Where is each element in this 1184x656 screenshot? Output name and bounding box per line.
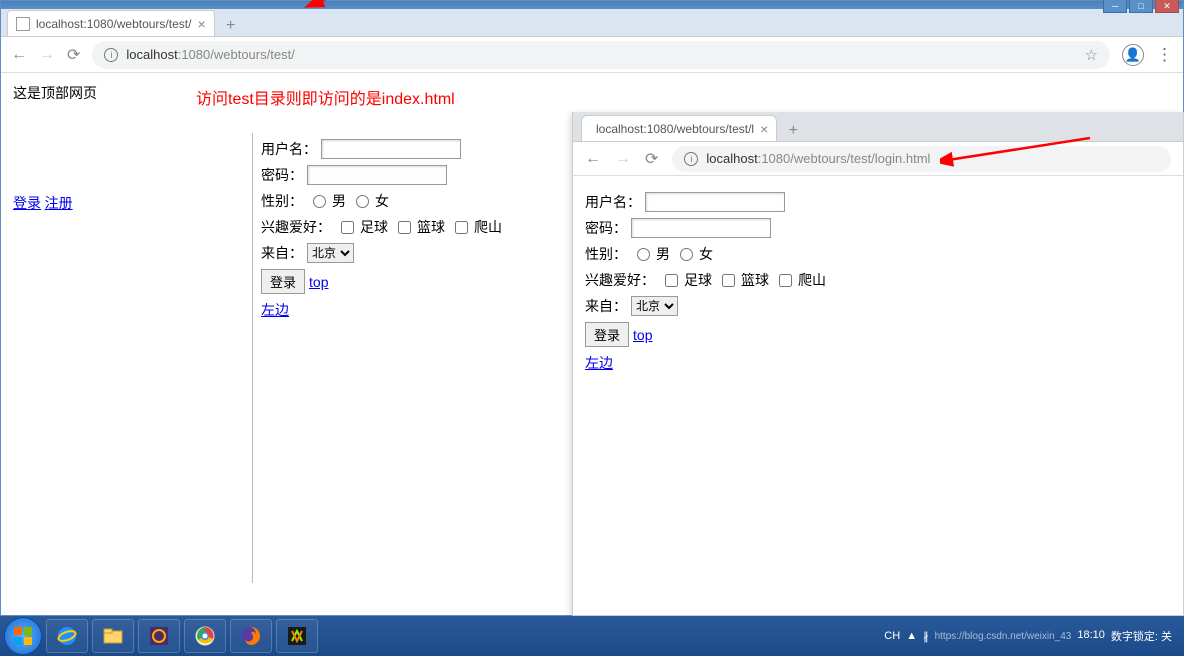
clock[interactable]: 18:10 — [1077, 629, 1105, 642]
back-icon[interactable]: ← — [585, 150, 601, 168]
hobby-basketball-checkbox[interactable] — [398, 221, 411, 234]
window-controls: ─ □ ✕ — [1103, 0, 1179, 13]
login-button[interactable]: 登录 — [585, 322, 629, 347]
close-button[interactable]: ✕ — [1155, 0, 1179, 13]
password-label: 密码： — [585, 218, 627, 238]
url-path: :1080/webtours/test/login.html — [758, 151, 931, 166]
ime-indicator[interactable]: CH — [884, 630, 900, 642]
new-tab-button[interactable]: + — [221, 16, 241, 36]
from-select[interactable]: 北京 — [307, 243, 354, 263]
hobby-label: 兴趣爱好： — [585, 270, 655, 290]
address-bar[interactable]: i localhost:1080/webtours/test/ ☆ — [92, 41, 1110, 69]
top-heading: 这是顶部网页 — [13, 83, 1171, 103]
reload-icon[interactable]: ⟳ — [67, 45, 80, 65]
browser-tab[interactable]: localhost:1080/webtours/test/ × — [7, 10, 215, 36]
gender-male-radio[interactable] — [637, 248, 650, 261]
annotation-arrow-1 — [310, 0, 440, 15]
back-icon[interactable]: ← — [11, 46, 27, 64]
gender-label: 性别： — [261, 191, 303, 211]
sub-browser-tab[interactable]: localhost:1080/webtours/test/l × — [581, 115, 777, 141]
new-tab-button[interactable]: + — [783, 121, 803, 141]
left-link[interactable]: 左边 — [585, 353, 613, 373]
taskbar: CH ▲ ∦ https://blog.csdn.net/weixin_43 1… — [0, 616, 1184, 656]
login-button[interactable]: 登录 — [261, 269, 305, 294]
sub-browser-window: localhost:1080/webtours/test/l × + ← → ⟳… — [572, 112, 1184, 616]
sub-page-content: 用户名： 密码： 性别： 男 女 兴趣爱好： 足球 篮球 爬山 来自： 北京 登… — [573, 176, 1183, 389]
bookmark-star-icon[interactable]: ☆ — [1085, 46, 1098, 64]
taskbar-firefox-icon[interactable] — [230, 619, 272, 653]
titlebar: ─ □ ✕ — [1, 1, 1183, 9]
hobby-climbing-label: 爬山 — [474, 217, 502, 237]
forward-icon[interactable]: → — [39, 46, 55, 64]
left-link[interactable]: 左边 — [261, 300, 289, 320]
username-input[interactable] — [645, 192, 785, 212]
tab-bar: localhost:1080/webtours/test/ × + — [1, 9, 1183, 37]
hobby-football-label: 足球 — [360, 217, 388, 237]
tab-close-icon[interactable]: × — [760, 121, 768, 137]
taskbar-app2-icon[interactable] — [276, 619, 318, 653]
gender-male-radio[interactable] — [313, 195, 326, 208]
annotation-arrow-2 — [940, 128, 1100, 171]
tray-icon[interactable]: ▲ — [906, 630, 917, 642]
page-icon — [16, 17, 30, 31]
gender-female-radio[interactable] — [356, 195, 369, 208]
taskbar-app1-icon[interactable] — [138, 619, 180, 653]
gender-female-radio[interactable] — [680, 248, 693, 261]
username-label: 用户名： — [585, 192, 641, 212]
profile-icon[interactable]: 👤 — [1122, 44, 1144, 66]
gender-female-label: 女 — [375, 191, 389, 211]
hobby-basketball-checkbox[interactable] — [722, 274, 735, 287]
gender-male-label: 男 — [332, 191, 346, 211]
start-button[interactable] — [4, 617, 42, 655]
from-label: 来自： — [261, 243, 303, 263]
url-path: :1080/webtours/test/ — [178, 47, 295, 62]
hobby-football-checkbox[interactable] — [665, 274, 678, 287]
top-link[interactable]: top — [309, 274, 328, 290]
system-tray: CH ▲ ∦ https://blog.csdn.net/weixin_43 1… — [884, 628, 1180, 644]
tab-title: localhost:1080/webtours/test/ — [36, 17, 191, 31]
username-label: 用户名： — [261, 139, 317, 159]
sub-tab-title: localhost:1080/webtours/test/l — [596, 122, 754, 136]
password-input[interactable] — [631, 218, 771, 238]
gender-label: 性别： — [585, 244, 627, 264]
bluetooth-icon[interactable]: ∦ — [923, 630, 929, 643]
hobby-football-checkbox[interactable] — [341, 221, 354, 234]
right-frame: 用户名： 密码： 性别： 男 女 兴趣爱好： 足球 篮球 爬山 来自： 北京 — [253, 133, 502, 583]
menu-icon[interactable]: ⋮ — [1156, 45, 1173, 65]
tab-close-icon[interactable]: × — [197, 16, 205, 32]
hobby-label: 兴趣爱好： — [261, 217, 331, 237]
watermark-text: https://blog.csdn.net/weixin_43 — [935, 631, 1072, 642]
forward-icon[interactable]: → — [615, 150, 631, 168]
hobby-basketball-label: 篮球 — [417, 217, 445, 237]
password-input[interactable] — [307, 165, 447, 185]
hobby-climbing-checkbox[interactable] — [779, 274, 792, 287]
login-link[interactable]: 登录 — [13, 195, 41, 211]
taskbar-explorer-icon[interactable] — [92, 619, 134, 653]
password-label: 密码： — [261, 165, 303, 185]
url-host: localhost — [706, 151, 757, 166]
top-link[interactable]: top — [633, 327, 652, 343]
taskbar-ie-icon[interactable] — [46, 619, 88, 653]
hobby-climbing-checkbox[interactable] — [455, 221, 468, 234]
from-label: 来自： — [585, 296, 627, 316]
register-link[interactable]: 注册 — [45, 195, 73, 211]
info-icon[interactable]: i — [684, 152, 698, 166]
annotation-text: 访问test目录则即访问的是index.html — [196, 85, 455, 109]
maximize-button[interactable]: □ — [1129, 0, 1153, 13]
numlock-status: 数字锁定: 关 — [1111, 628, 1172, 644]
left-frame: 登录 注册 — [13, 133, 253, 583]
info-icon[interactable]: i — [104, 48, 118, 62]
url-host: localhost — [126, 47, 177, 62]
taskbar-chrome-icon[interactable] — [184, 619, 226, 653]
minimize-button[interactable]: ─ — [1103, 0, 1127, 13]
toolbar: ← → ⟳ i localhost:1080/webtours/test/ ☆ … — [1, 37, 1183, 73]
from-select[interactable]: 北京 — [631, 296, 678, 316]
reload-icon[interactable]: ⟳ — [645, 149, 658, 169]
username-input[interactable] — [321, 139, 461, 159]
